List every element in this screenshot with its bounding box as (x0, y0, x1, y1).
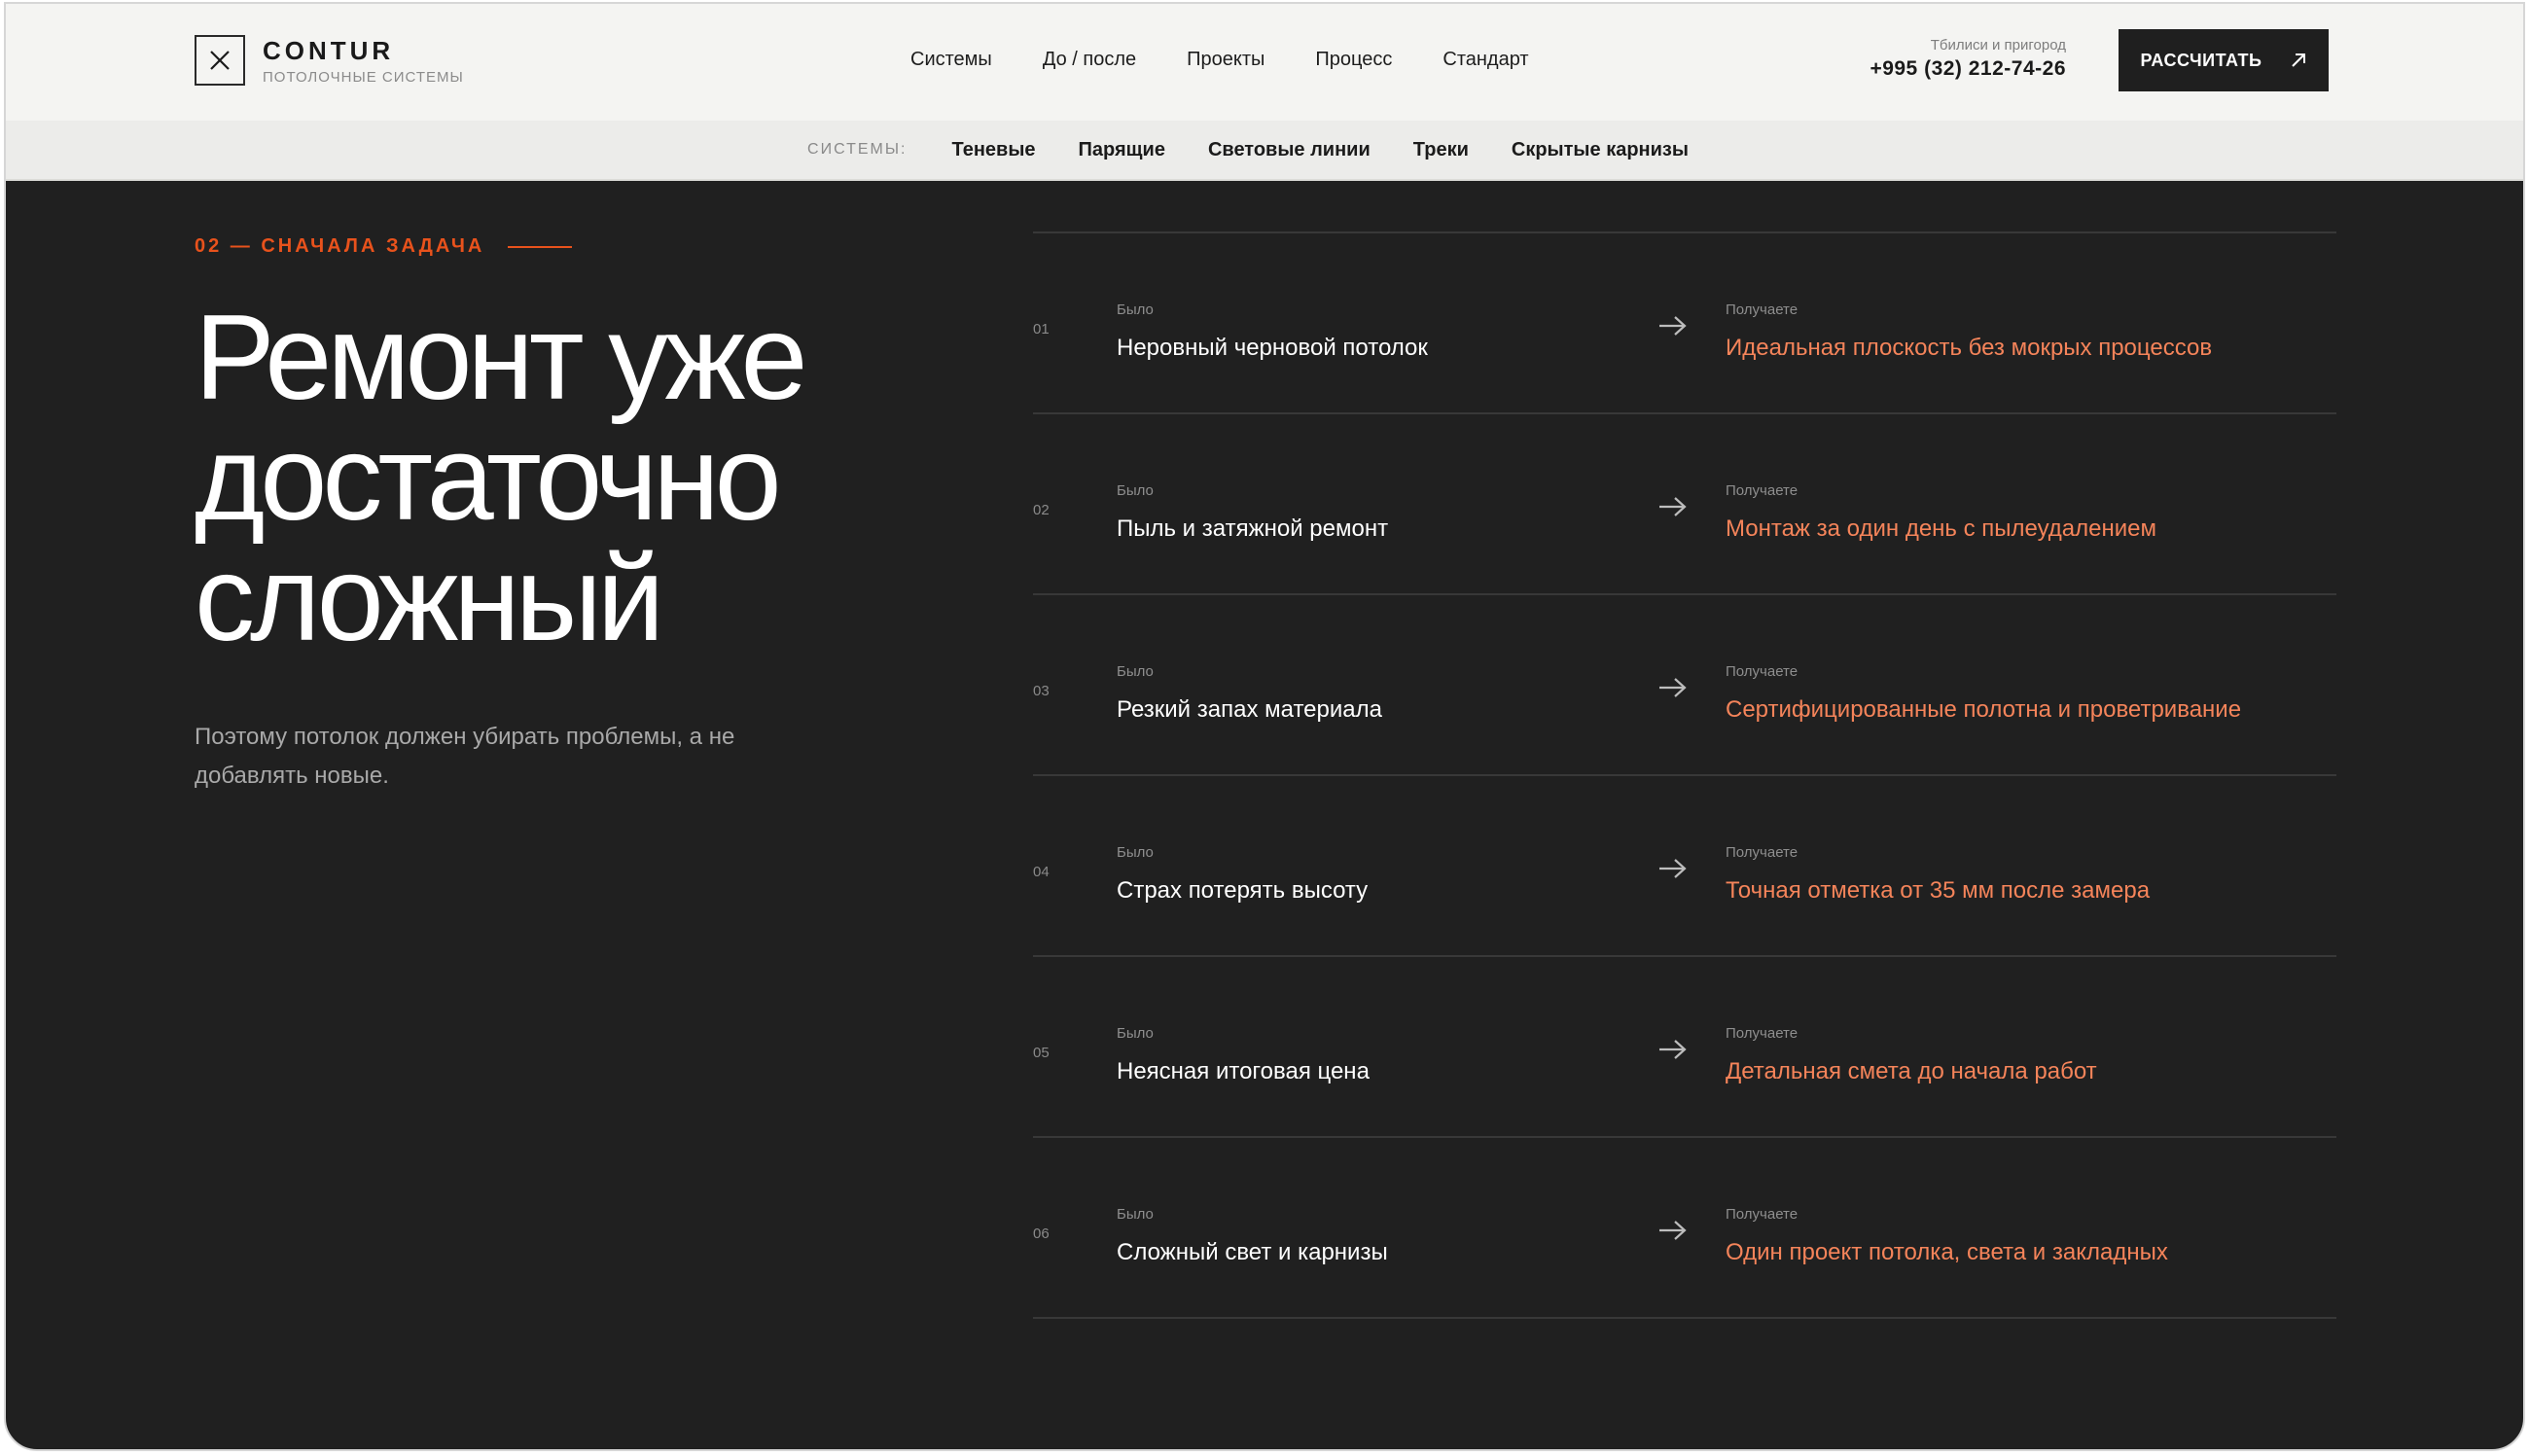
solution-text: Идеальная плоскость без мокрых процессов (1726, 335, 2213, 361)
get-label: Получаете (1726, 302, 1799, 318)
section-eyebrow-text: 02 — СНАЧАЛА ЗАДАЧА (195, 235, 485, 257)
subnav-item-floating[interactable]: Парящие (1079, 139, 1165, 161)
was-label: Было (1117, 302, 1154, 318)
row-number: 05 (1033, 1045, 1050, 1061)
arrow-right-icon (1659, 1221, 1687, 1240)
solution-text: Точная отметка от 35 мм после замера (1726, 877, 2151, 904)
section-title-line: сложный (195, 532, 664, 666)
arrow-right-icon (1659, 1040, 1687, 1059)
row-number: 06 (1033, 1225, 1050, 1242)
was-label: Было (1117, 1025, 1154, 1042)
page-frame: CONTUR ПОТОЛОЧНЫЕ СИСТЕМЫ Системы До / п… (4, 2, 2525, 1451)
get-label: Получаете (1726, 844, 1799, 861)
subnav-item-shadow[interactable]: Теневые (952, 139, 1036, 161)
arrow-right-icon (1659, 316, 1687, 336)
was-label: Было (1117, 663, 1154, 680)
solution-text: Монтаж за один день с пылеудалением (1726, 515, 2157, 542)
problem-solution-row: 06 Было Сложный свет и карнизы Получаете… (1033, 1138, 2336, 1319)
subnav-item-hidden-cornices[interactable]: Скрытые карнизы (1512, 139, 1689, 161)
problem-text: Пыль и затяжной ремонт (1117, 515, 1389, 542)
section-title-line: Ремонт уже (195, 291, 807, 425)
problem-solution-row: 01 Было Неровный черновой потолок Получа… (1033, 233, 2336, 414)
problem-text: Резкий запах материала (1117, 696, 1382, 723)
problem-solution-row: 04 Было Страх потерять высоту Получаете … (1033, 776, 2336, 957)
row-number: 01 (1033, 321, 1050, 337)
was-label: Было (1117, 1206, 1154, 1223)
problem-solution-row: 03 Было Резкий запах материала Получаете… (1033, 595, 2336, 776)
main-nav: Системы До / после Проекты Процесс Станд… (910, 49, 1580, 71)
arrow-right-icon (1659, 497, 1687, 516)
row-number: 04 (1033, 864, 1050, 880)
close-x-icon (195, 35, 245, 86)
nav-item-projects[interactable]: Проекты (1187, 49, 1264, 71)
row-number: 02 (1033, 502, 1050, 518)
problem-solution-row: 02 Было Пыль и затяжной ремонт Получаете… (1033, 414, 2336, 595)
subnav-item-light-lines[interactable]: Световые линии (1208, 139, 1371, 161)
systems-subnav-label: СИСТЕМЫ: (807, 141, 908, 158)
section-lead: Поэтому потолок должен убирать проблемы,… (195, 724, 735, 789)
brand-text: CONTUR ПОТОЛОЧНЫЕ СИСТЕМЫ (263, 36, 464, 86)
section-title-line: достаточно (195, 411, 782, 546)
nav-item-systems[interactable]: Системы (910, 49, 992, 71)
was-label: Было (1117, 482, 1154, 499)
brand-tagline: ПОТОЛОЧНЫЕ СИСТЕМЫ (263, 68, 464, 86)
arrow-right-icon (1659, 859, 1687, 878)
nav-item-before-after[interactable]: До / после (1043, 49, 1136, 71)
row-number: 03 (1033, 683, 1050, 699)
was-label: Было (1117, 844, 1154, 861)
solution-text: Детальная смета до начала работ (1726, 1058, 2097, 1084)
arrow-up-right-icon (2291, 53, 2305, 67)
solution-text: Один проект потолка, света и закладных (1726, 1239, 2168, 1265)
calculate-button[interactable]: РАССЧИТАТЬ (2119, 29, 2329, 91)
get-label: Получаете (1726, 1206, 1799, 1223)
contact-block: Тбилиси и пригород +995 (32) 212-74-26 (1870, 37, 2066, 81)
get-label: Получаете (1726, 1025, 1799, 1042)
get-label: Получаете (1726, 482, 1799, 499)
systems-subnav-inner: СИСТЕМЫ: Теневые Парящие Световые линии … (807, 139, 1731, 161)
systems-subnav: СИСТЕМЫ: Теневые Парящие Световые линии … (6, 121, 2523, 181)
nav-item-process[interactable]: Процесс (1315, 49, 1392, 71)
problem-solution-row: 05 Было Неясная итоговая цена Получаете … (1033, 957, 2336, 1138)
nav-item-standard[interactable]: Стандарт (1443, 49, 1528, 71)
contact-phone-link[interactable]: +995 (32) 212-74-26 (1870, 57, 2066, 81)
section-title: Ремонт уже достаточно сложный (195, 298, 934, 659)
calculate-button-label: РАССЧИТАТЬ (2140, 50, 2262, 70)
subnav-item-tracks[interactable]: Треки (1413, 139, 1469, 161)
brand-name: CONTUR (263, 35, 395, 65)
top-header: CONTUR ПОТОЛОЧНЫЕ СИСТЕМЫ Системы До / п… (6, 4, 2523, 123)
get-label: Получаете (1726, 663, 1799, 680)
eyebrow-divider (508, 245, 573, 248)
problem-text: Неровный черновой потолок (1117, 335, 1428, 361)
arrow-right-icon (1659, 678, 1687, 697)
problem-text: Неясная итоговая цена (1117, 1058, 1370, 1084)
problem-solution-list: 01 Было Неровный черновой потолок Получа… (1033, 231, 2336, 1319)
problem-text: Сложный свет и карнизы (1117, 1239, 1388, 1265)
solution-text: Сертифицированные полотна и проветривани… (1726, 696, 2242, 723)
contact-city: Тбилиси и пригород (1930, 37, 2066, 53)
section-eyebrow: 02 — СНАЧАЛА ЗАДАЧА (195, 235, 573, 258)
brand-logo[interactable]: CONTUR ПОТОЛОЧНЫЕ СИСТЕМЫ (195, 35, 464, 86)
problem-text: Страх потерять высоту (1117, 877, 1369, 904)
